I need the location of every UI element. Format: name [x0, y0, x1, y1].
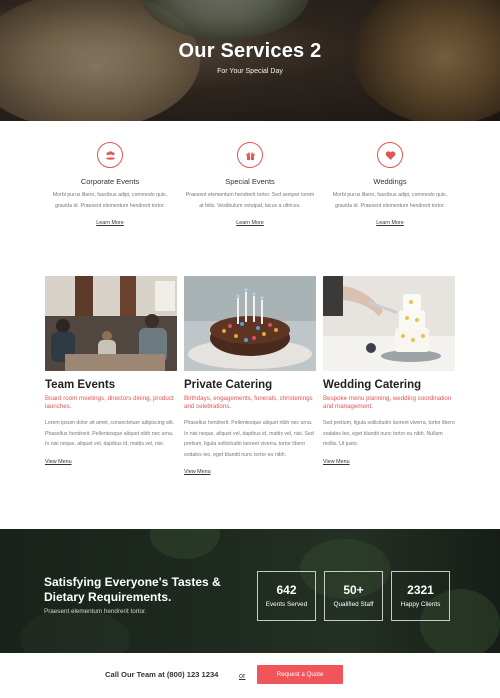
people-group-icon	[97, 142, 123, 168]
call-team-text: Call Our Team at (800) 123 1234	[105, 670, 219, 679]
stat-label: Happy Clients	[400, 601, 441, 608]
stat-number: 2321	[407, 583, 434, 597]
page-subtitle: For Your Special Day	[217, 68, 283, 75]
card-tagline: Bespoke menu planning, wedding coordinat…	[323, 395, 452, 410]
card-description: Phasellus hendrerit. Pellentesque alique…	[184, 420, 314, 458]
stat-qualified-staff: 50+ Qualified Staff	[324, 571, 383, 621]
stat-label: Events Served	[265, 601, 308, 608]
heart-icon	[377, 142, 403, 168]
service-title: Weddings	[373, 177, 407, 186]
services-row: Corporate Events Morbi purus libero, fau…	[40, 142, 460, 252]
learn-more-link[interactable]: Learn More	[96, 220, 124, 226]
service-weddings: Weddings Morbi purus libero, faucibus ad…	[320, 142, 460, 229]
stats-subheading: Praesent elementum hendrerit tortor.	[44, 608, 147, 615]
card-description: Sed pretium, ligula sollicitudin laoreet…	[323, 420, 455, 448]
view-menu-link[interactable]: View Menu	[184, 469, 211, 475]
view-menu-link[interactable]: View Menu	[323, 459, 350, 465]
card-description: Lorem ipsum dolor sit amet, consectetuer…	[45, 420, 175, 448]
stat-happy-clients: 2321 Happy Clients	[391, 571, 450, 621]
card-title: Wedding Catering	[323, 379, 422, 391]
stats-heading: Satisfying Everyone's Tastes & Dietary R…	[44, 575, 221, 604]
service-special-events: Special Events Praesent elementum hendre…	[180, 142, 320, 229]
service-description: Praesent elementum hendrerit tortor. Sed…	[185, 192, 315, 209]
card-private-catering: Private Catering Birthdays, engagements,…	[184, 276, 316, 478]
birthday-cake-photo	[184, 276, 316, 371]
stat-events-served: 642 Events Served	[257, 571, 316, 621]
view-menu-link[interactable]: View Menu	[45, 459, 72, 465]
service-title: Special Events	[225, 177, 275, 186]
service-description: Morbi purus libero, faucibus adipi, comm…	[332, 192, 448, 209]
card-team-events: Team Events Board room meetings, directo…	[45, 276, 177, 468]
stat-label: Qualified Staff	[333, 601, 374, 608]
learn-more-link[interactable]: Learn More	[376, 220, 404, 226]
service-corporate-events: Corporate Events Morbi purus libero, fau…	[40, 142, 180, 229]
service-title: Corporate Events	[80, 177, 140, 186]
service-description: Morbi purus libero, faucibus adipi, comm…	[52, 192, 168, 209]
card-wedding-catering: Wedding Catering Bespoke menu planning, …	[323, 276, 455, 468]
card-title: Private Catering	[184, 379, 273, 391]
page-title: Our Services 2	[178, 40, 322, 62]
or-link[interactable]: or	[239, 671, 245, 680]
gift-icon	[237, 142, 263, 168]
card-tagline: Board room meetings, directors dining, p…	[45, 395, 174, 410]
request-quote-button[interactable]: Request a Quote	[257, 665, 343, 684]
wedding-cake-photo	[323, 276, 455, 371]
learn-more-link[interactable]: Learn More	[236, 220, 264, 226]
stat-number: 642	[276, 583, 297, 597]
card-title: Team Events	[45, 379, 116, 391]
stat-number: 50+	[343, 583, 364, 597]
card-tagline: Birthdays, engagements, funerals, christ…	[184, 395, 313, 410]
team-meeting-photo	[45, 276, 177, 371]
